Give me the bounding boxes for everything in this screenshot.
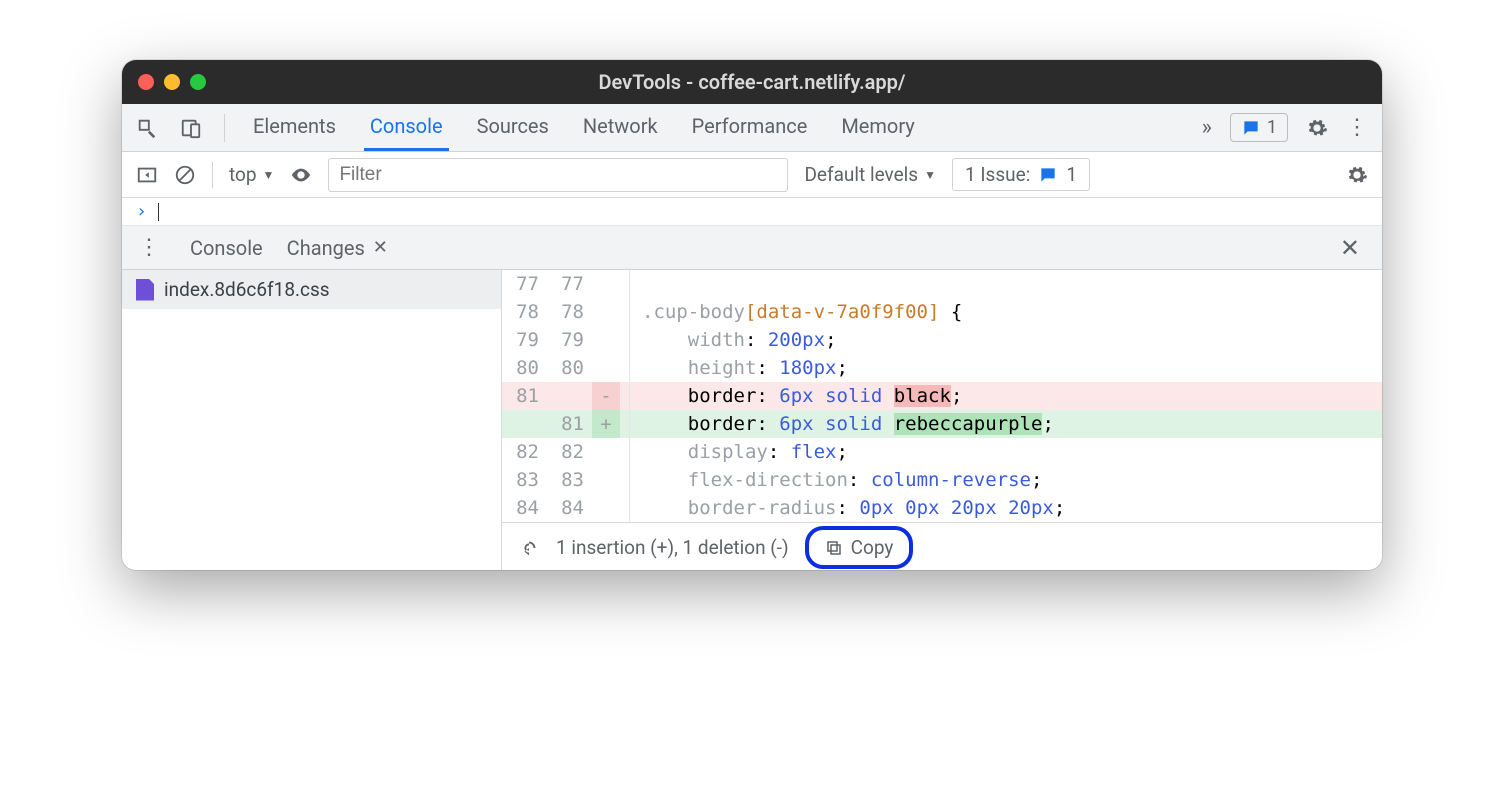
issues-count: 1: [1267, 117, 1277, 138]
revert-icon[interactable]: [518, 537, 540, 559]
close-window-button[interactable]: [138, 74, 154, 90]
inspect-icon[interactable]: [136, 117, 158, 139]
diff-line: 7878.cup-body[data-v-7a0f9f00] {: [502, 298, 1382, 326]
drawer-tab-changes[interactable]: Changes✕: [275, 228, 400, 268]
issues-icon: [1038, 165, 1058, 185]
context-selector[interactable]: top▼: [229, 163, 274, 186]
code-content: border: 6px solid black;: [630, 382, 1382, 410]
diff-line: 8080 height: 180px;: [502, 354, 1382, 382]
close-tab-icon[interactable]: ✕: [373, 237, 388, 258]
tab-elements[interactable]: Elements: [247, 104, 342, 151]
copy-label: Copy: [851, 536, 894, 559]
diff-line: 81- border: 6px solid black;: [502, 382, 1382, 410]
code-content: width: 200px;: [630, 326, 1382, 354]
diff-line: 7979 width: 200px;: [502, 326, 1382, 354]
settings-gear-icon[interactable]: [1306, 117, 1328, 139]
separator: [212, 162, 213, 188]
changes-sidebar: index.8d6c6f18.css: [122, 270, 502, 570]
log-levels-selector[interactable]: Default levels▼: [804, 163, 936, 186]
console-toolbar: top▼ Default levels▼ 1 Issue: 1: [122, 152, 1382, 198]
clear-console-icon[interactable]: [174, 164, 196, 186]
drawer-kebab-icon[interactable]: ⋮: [130, 235, 168, 260]
code-content: border-radius: 0px 0px 20px 20px;: [630, 494, 1382, 522]
minimize-window-button[interactable]: [164, 74, 180, 90]
more-tabs-icon[interactable]: »: [1202, 115, 1212, 140]
tab-network[interactable]: Network: [577, 104, 664, 151]
tab-performance[interactable]: Performance: [686, 104, 814, 151]
diff-line: 8282 display: flex;: [502, 438, 1382, 466]
copy-icon: [825, 539, 843, 557]
issues-badge[interactable]: 1: [1230, 113, 1288, 142]
diff-line: 8383 flex-direction: column-reverse;: [502, 466, 1382, 494]
console-filter-input[interactable]: [328, 158, 788, 192]
code-content: flex-direction: column-reverse;: [630, 466, 1382, 494]
device-toggle-icon[interactable]: [180, 117, 202, 139]
changes-panel: index.8d6c6f18.css 77777878.cup-body[dat…: [122, 270, 1382, 570]
console-settings-icon[interactable]: [1346, 164, 1368, 186]
diff-view: 77777878.cup-body[data-v-7a0f9f00] {7979…: [502, 270, 1382, 570]
code-content: border: 6px solid rebeccapurple;: [630, 410, 1382, 438]
titlebar: DevTools - coffee-cart.netlify.app/: [122, 60, 1382, 104]
changes-footer: 1 insertion (+), 1 deletion (-) Copy: [502, 522, 1382, 570]
console-prompt[interactable]: ›: [122, 198, 1382, 226]
diff-line: 7777: [502, 270, 1382, 298]
issues-icon: [1241, 118, 1261, 138]
window-controls: [138, 74, 206, 90]
tab-console[interactable]: Console: [364, 104, 449, 151]
code-content: display: flex;: [630, 438, 1382, 466]
panel-tabs: Elements Console Sources Network Performance…: [122, 104, 1382, 152]
css-file-icon: [136, 279, 154, 301]
window-title: DevTools - coffee-cart.netlify.app/: [599, 70, 906, 94]
drawer-tabs: ⋮ ConsoleChanges✕ ✕: [122, 226, 1382, 270]
issue-counter[interactable]: 1 Issue: 1: [952, 158, 1090, 191]
kebab-menu-icon[interactable]: ⋮: [1346, 115, 1368, 140]
diff-line: 81+ border: 6px solid rebeccapurple;: [502, 410, 1382, 438]
console-sidebar-toggle-icon[interactable]: [136, 164, 158, 186]
code-content: .cup-body[data-v-7a0f9f00] {: [630, 298, 1382, 326]
file-name: index.8d6c6f18.css: [164, 278, 330, 301]
code-content: [630, 270, 1382, 298]
changes-summary: 1 insertion (+), 1 deletion (-): [556, 536, 789, 559]
drawer-tab-console[interactable]: Console: [178, 228, 275, 268]
zoom-window-button[interactable]: [190, 74, 206, 90]
code-content: height: 180px;: [630, 354, 1382, 382]
tab-memory[interactable]: Memory: [835, 104, 920, 151]
live-expression-icon[interactable]: [290, 164, 312, 186]
diff-line: 8484 border-radius: 0px 0px 20px 20px;: [502, 494, 1382, 522]
drawer-close-button[interactable]: ✕: [1326, 234, 1374, 262]
separator: [224, 114, 225, 142]
devtools-window: DevTools - coffee-cart.netlify.app/ Elem…: [122, 60, 1382, 570]
copy-button[interactable]: Copy: [805, 526, 914, 569]
tab-sources[interactable]: Sources: [471, 104, 555, 151]
file-item[interactable]: index.8d6c6f18.css: [122, 270, 501, 309]
